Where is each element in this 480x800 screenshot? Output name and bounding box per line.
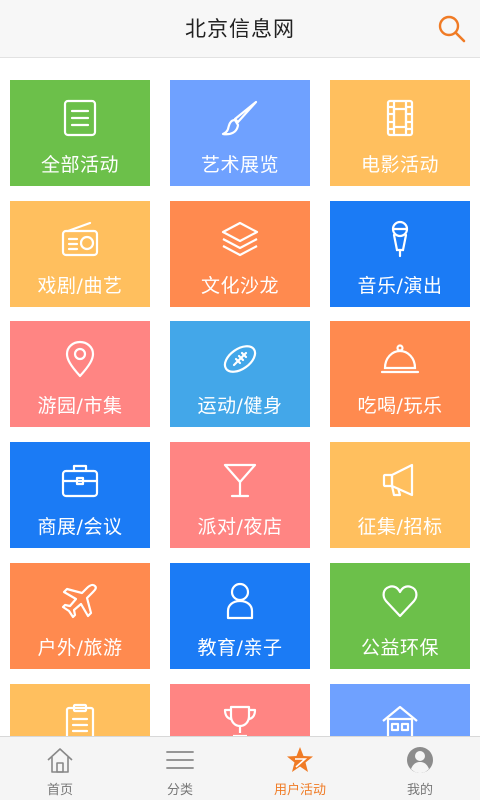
category-label: 户外/旅游 [37,637,123,659]
search-icon[interactable] [434,11,470,47]
category-party-club[interactable]: 派对/夜店 [170,442,310,548]
tab-label: 用户活动 [273,783,326,798]
tab-home[interactable]: 首页 [0,737,120,800]
category-label: 吃喝/玩乐 [357,395,443,417]
category-label: 音乐/演出 [357,275,443,297]
tab-label: 分类 [166,783,193,798]
microphone-icon [391,220,409,258]
trophy-icon [223,705,257,736]
category-grid: 全部活动 艺术展览 电影活动 戏剧/曲艺 文化沙龙 音乐/演出 游园/市集 运动… [10,80,470,736]
category-solicitation[interactable]: 征集/招标 [330,442,470,548]
category-education-family[interactable]: 教育/亲子 [170,563,310,669]
category-label: 征集/招标 [357,516,443,538]
clipboard-icon [65,703,95,736]
category-tile-16[interactable] [10,684,150,736]
category-outdoor-travel[interactable]: 户外/旅游 [10,563,150,669]
category-drama[interactable]: 戏剧/曲艺 [10,201,150,307]
category-label: 公益环保 [360,637,439,659]
radio-icon [61,221,99,257]
category-label: 商展/会议 [37,516,123,538]
briefcase-icon [61,464,99,498]
house-icon [382,705,418,736]
category-charity[interactable]: 公益环保 [330,563,470,669]
food-cloche-icon [380,344,420,374]
paintbrush-icon [221,100,258,136]
category-fairs[interactable]: 游园/市集 [10,321,150,427]
football-icon [223,345,257,373]
bottom-tab-bar: 首页 分类 用户活动 我的 [0,736,480,800]
category-food-fun[interactable]: 吃喝/玩乐 [330,321,470,427]
category-label: 教育/亲子 [197,637,283,659]
category-label: 电影活动 [360,154,439,176]
film-icon [386,99,414,137]
list-icon [63,99,97,137]
cocktail-icon [223,463,257,498]
category-expo-meetings[interactable]: 商展/会议 [10,442,150,548]
category-label: 运动/健身 [197,395,283,417]
home-icon [47,748,73,773]
category-tile-18[interactable] [330,684,470,736]
person-icon [226,582,254,620]
tab-mine[interactable]: 我的 [360,737,480,800]
category-all-events[interactable]: 全部活动 [10,80,150,186]
tab-category[interactable]: 分类 [120,737,240,800]
category-art-exhibitions[interactable]: 艺术展览 [170,80,310,186]
category-movie-events[interactable]: 电影活动 [330,80,470,186]
category-label: 戏剧/曲艺 [37,275,123,297]
location-pin-icon [65,340,95,378]
menu-icon [166,751,194,769]
category-label: 全部活动 [40,154,119,176]
category-label: 派对/夜店 [197,516,283,538]
megaphone-icon [382,463,414,497]
layers-icon [221,221,259,257]
star-icon [287,747,313,772]
category-music[interactable]: 音乐/演出 [330,201,470,307]
category-tile-17[interactable] [170,684,310,736]
top-bar: 北京信息网 [0,0,480,58]
category-label: 艺术展览 [200,154,279,176]
heart-icon [382,585,418,618]
user-avatar-icon [407,747,433,773]
tab-label: 首页 [46,783,73,798]
tab-label: 我的 [406,783,433,798]
category-cultural-salon[interactable]: 文化沙龙 [170,201,310,307]
page-title: 北京信息网 [185,17,295,41]
category-label: 文化沙龙 [200,275,279,297]
tab-user-events[interactable]: 用户活动 [240,737,360,800]
category-label: 游园/市集 [37,395,123,417]
category-sports[interactable]: 运动/健身 [170,321,310,427]
airplane-icon [61,583,97,619]
